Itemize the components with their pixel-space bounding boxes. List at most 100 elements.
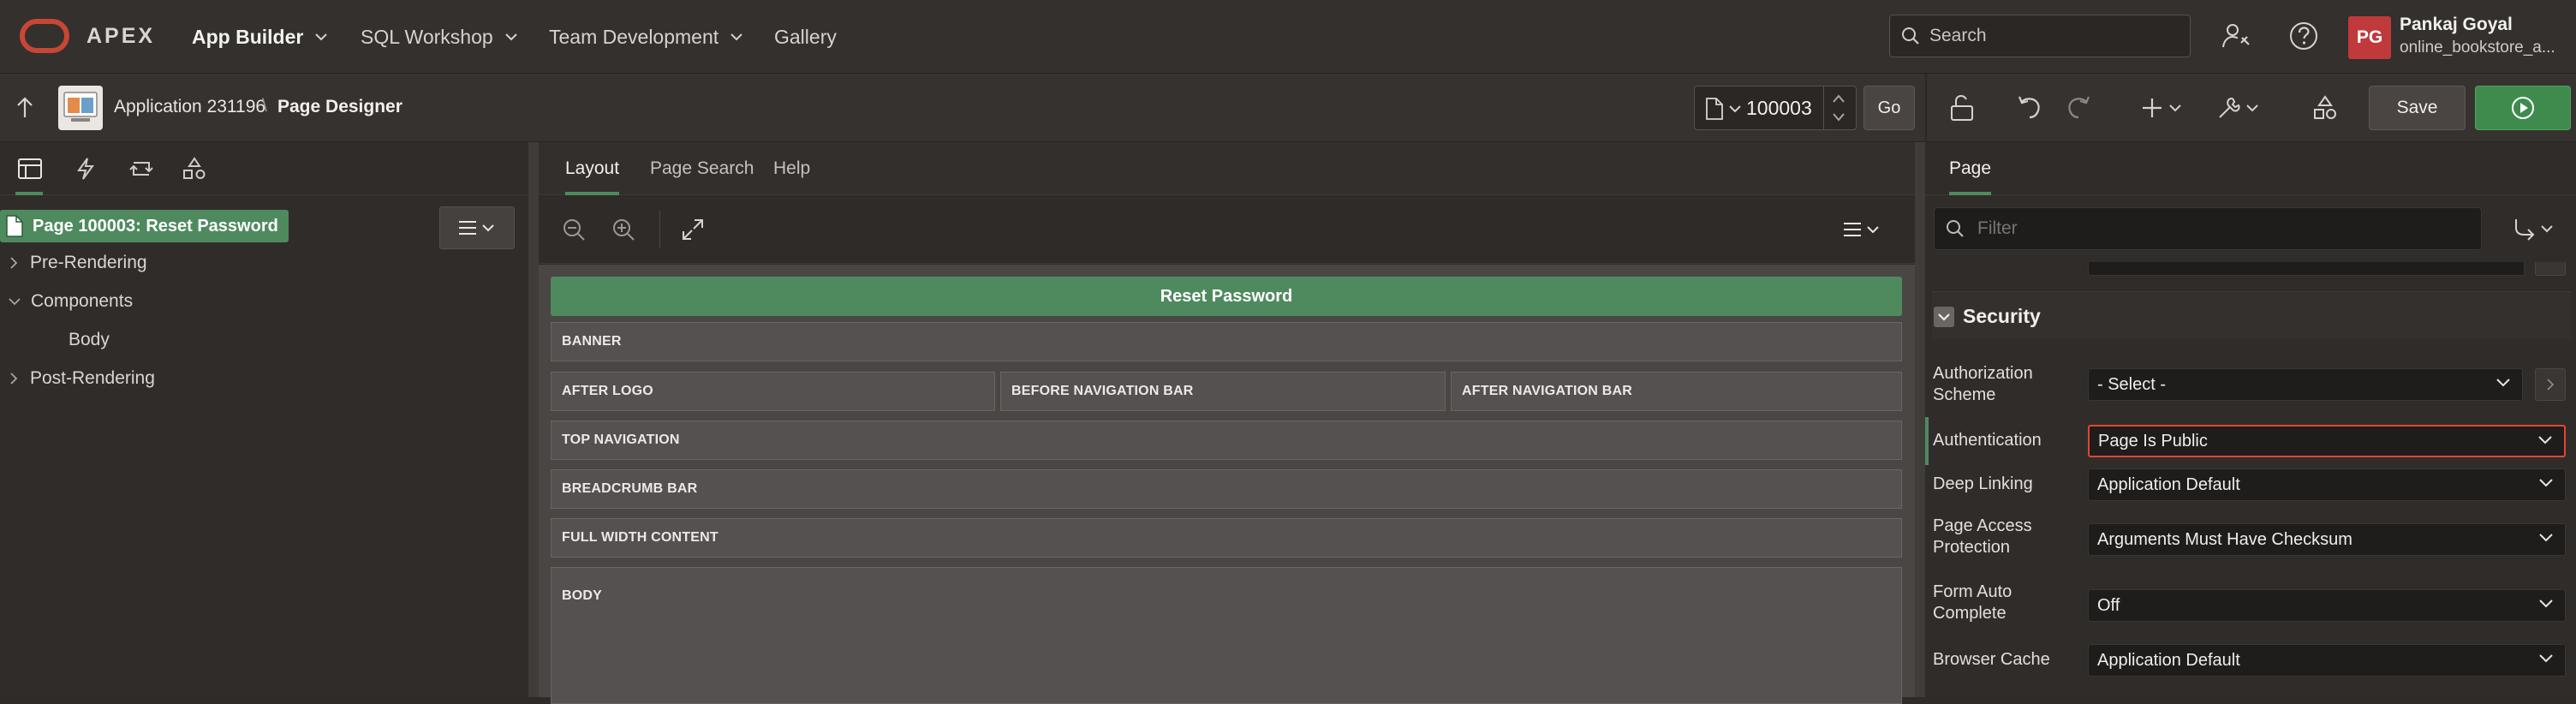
chevron-down-icon[interactable]: [9, 297, 21, 306]
shared-components-icon[interactable]: [2312, 94, 2338, 122]
region-label: BANNER: [562, 334, 622, 349]
region-label: AFTER LOGO: [562, 384, 653, 398]
nav-app-builder[interactable]: App Builder: [192, 0, 328, 74]
go-to-group-icon[interactable]: [2513, 218, 2555, 242]
select-value: - Select -: [2097, 374, 2167, 394]
page-node[interactable]: Page 100003: Reset Password: [0, 210, 289, 242]
prop-label-authentication: Authentication: [1933, 431, 2042, 450]
region-top-navigation[interactable]: TOP NAVIGATION: [551, 421, 1902, 460]
undo-icon[interactable]: [2017, 95, 2042, 121]
tab-layout[interactable]: Layout: [565, 142, 620, 195]
tree-node-pre-rendering[interactable]: Pre-Rendering: [0, 245, 147, 281]
nav-gallery[interactable]: Gallery: [774, 0, 837, 74]
tab-active-indicator: [15, 192, 43, 195]
application-icon[interactable]: [58, 86, 103, 130]
save-button[interactable]: Save: [2369, 86, 2466, 130]
user-name[interactable]: Pankaj Goyal: [2400, 15, 2513, 35]
user-avatar[interactable]: PG: [2348, 16, 2391, 59]
prop-label-deep-linking: Deep Linking: [1933, 474, 2033, 493]
select-value: Application Default: [2097, 474, 2240, 494]
layout-canvas: Reset Password BANNER AFTER LOGO BEFORE …: [539, 265, 1915, 704]
play-icon: [2510, 95, 2536, 121]
layout-menu-icon[interactable]: [1842, 220, 1881, 239]
filter-input[interactable]: [1977, 218, 2457, 239]
stepper-down-icon[interactable]: [1832, 112, 1846, 122]
up-arrow-icon[interactable]: [15, 95, 34, 119]
page-title-bar[interactable]: Reset Password: [551, 277, 1902, 316]
right-splitter[interactable]: [1915, 142, 1925, 697]
oracle-logo-icon[interactable]: [19, 18, 70, 54]
deep-linking-select[interactable]: Application Default: [2088, 468, 2566, 501]
processing-tab-icon[interactable]: [128, 158, 154, 180]
page-access-protection-select[interactable]: Arguments Must Have Checksum: [2088, 523, 2566, 556]
zoom-out-icon[interactable]: [562, 218, 586, 242]
zoom-in-icon[interactable]: [611, 218, 635, 242]
chevron-right-icon[interactable]: [10, 257, 18, 269]
region-after-navigation-bar[interactable]: AFTER NAVIGATION BAR: [1451, 372, 1902, 411]
region-breadcrumb-bar[interactable]: BREADCRUMB BAR: [551, 469, 1902, 509]
tab-page-search[interactable]: Page Search: [650, 142, 754, 195]
chevron-down-icon[interactable]: [1729, 105, 1741, 113]
region-banner[interactable]: BANNER: [551, 322, 1902, 361]
tab-page[interactable]: Page: [1949, 142, 1992, 195]
lock-page-icon[interactable]: [1949, 94, 1975, 122]
page-number-value[interactable]: 100003: [1746, 97, 1812, 120]
prop-label-page-access-protection: Page Access Protection: [1933, 516, 2032, 557]
nav-sql-workshop[interactable]: SQL Workshop: [361, 0, 517, 74]
browser-cache-select[interactable]: Application Default: [2088, 644, 2566, 677]
property-filter[interactable]: [1934, 207, 2482, 250]
help-icon[interactable]: [2288, 21, 2319, 51]
layout-toolbar: [539, 195, 1915, 264]
left-splitter[interactable]: [528, 142, 539, 697]
tree-node-body[interactable]: Body: [69, 322, 110, 358]
changed-indicator: [1925, 417, 1929, 465]
stepper-divider: [1823, 87, 1824, 129]
search-icon: [1900, 26, 1921, 46]
breadcrumb-application[interactable]: Application 231196: [114, 97, 265, 117]
region-full-width-content[interactable]: FULL WIDTH CONTENT: [551, 518, 1902, 558]
prop-label-browser-cache: Browser Cache: [1933, 650, 2050, 669]
utilities-menu-icon[interactable]: [2216, 95, 2264, 121]
authentication-select[interactable]: Page Is Public: [2088, 425, 2566, 457]
region-label: BEFORE NAVIGATION BAR: [1011, 384, 1194, 398]
expand-icon[interactable]: [682, 218, 704, 241]
form-auto-complete-select[interactable]: Off: [2088, 589, 2566, 622]
tree-node-components[interactable]: Components: [0, 283, 133, 319]
global-search[interactable]: [1889, 15, 2191, 57]
shared-components-tab-icon[interactable]: [182, 157, 207, 181]
run-page-button[interactable]: [2475, 86, 2571, 130]
dynamic-actions-tab-icon[interactable]: [75, 157, 96, 181]
page-number-field[interactable]: 100003: [1694, 86, 1857, 130]
go-button[interactable]: Go: [1863, 86, 1915, 130]
collapse-icon[interactable]: [1934, 307, 1954, 327]
go-to-authorization-scheme-button[interactable]: [2535, 368, 2566, 401]
tab-help[interactable]: Help: [773, 142, 810, 195]
region-before-navigation-bar[interactable]: BEFORE NAVIGATION BAR: [1000, 372, 1446, 411]
redo-icon[interactable]: [2066, 95, 2091, 121]
select-value: Application Default: [2097, 650, 2240, 670]
create-menu-icon[interactable]: [2143, 97, 2185, 119]
prop-label-authorization-scheme: Authorization Scheme: [1933, 364, 2033, 404]
apex-brand[interactable]: APEX: [86, 24, 155, 49]
rendering-tab-icon[interactable]: [17, 158, 43, 180]
tab-label: Page Search: [650, 158, 754, 178]
tree-node-post-rendering[interactable]: Post-Rendering: [0, 361, 155, 397]
region-label: BODY: [562, 588, 603, 603]
region-body[interactable]: BODY: [551, 567, 1902, 704]
tab-label: Layout: [565, 158, 620, 178]
chevron-right-icon: [2546, 379, 2555, 391]
previous-property-button[interactable]: [2535, 262, 2566, 276]
chevron-down-icon: [2539, 534, 2553, 542]
authorization-scheme-select[interactable]: - Select -: [2088, 368, 2523, 401]
region-after-logo[interactable]: AFTER LOGO: [551, 372, 995, 411]
section-header-security[interactable]: Security: [1932, 291, 2571, 339]
tree-menu-button[interactable]: [439, 206, 515, 249]
chevron-right-icon[interactable]: [10, 373, 18, 385]
nav-team-development[interactable]: Team Development: [549, 0, 742, 74]
stepper-up-icon[interactable]: [1832, 93, 1846, 104]
page-designer-toolbar: Application 231196 \ Page Designer 10000…: [0, 74, 2576, 142]
tree-label: Pre-Rendering: [30, 253, 147, 272]
administration-icon[interactable]: [2221, 21, 2252, 51]
previous-property-field[interactable]: [2088, 262, 2525, 276]
search-input[interactable]: [1929, 26, 2178, 46]
